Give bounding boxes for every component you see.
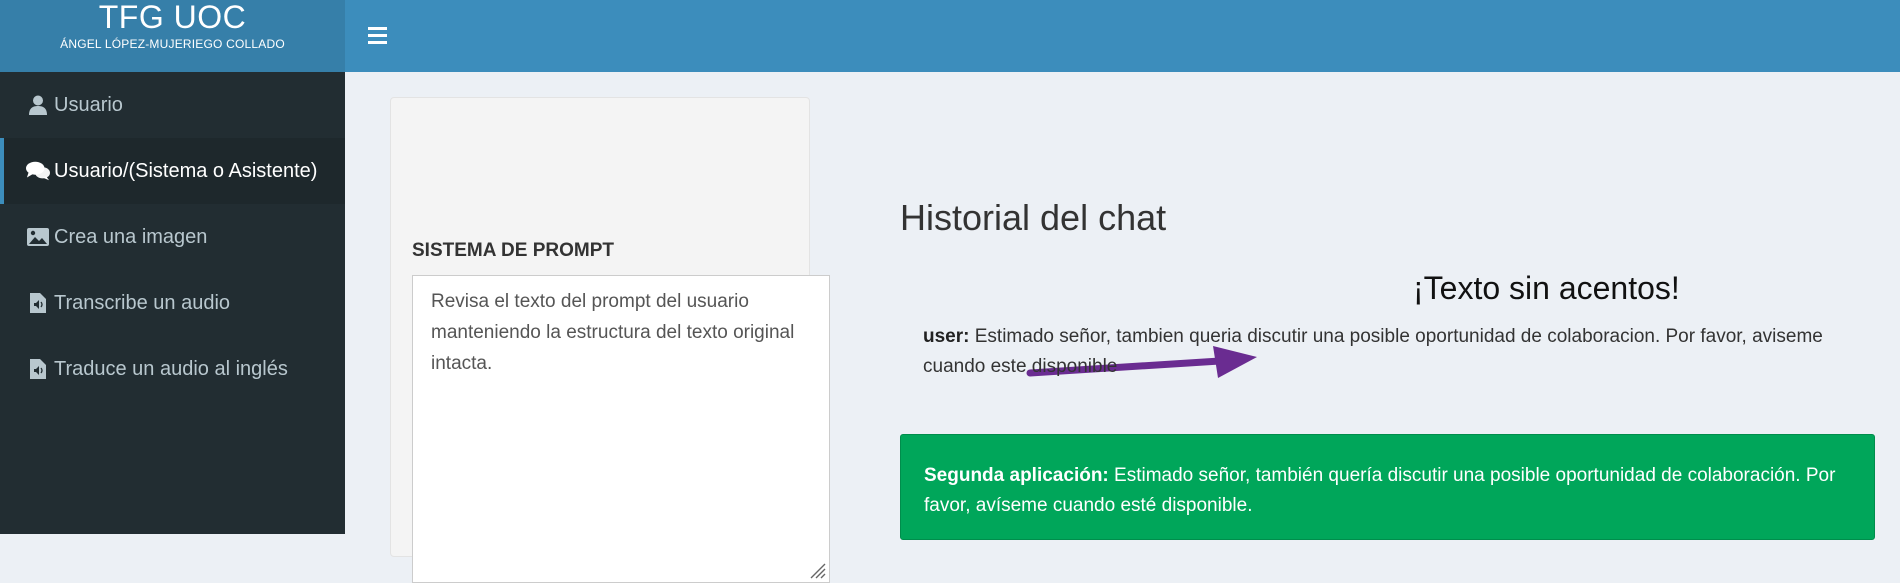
user-message-text: Estimado señor, tambien queria discutir … [923, 326, 1823, 377]
prompt-panel-label: SISTEMA DE PROMPT [412, 240, 614, 261]
corrected-result-box: Segunda aplicación: Estimado señor, tamb… [900, 434, 1875, 540]
sidebar-item-transcribe-audio[interactable]: Transcribe un audio [0, 270, 345, 336]
user-message-label: user: [923, 326, 975, 347]
app-logo[interactable]: TFG UOC ÁNGEL LÓPEZ-MUJERIEGO COLLADO [0, 0, 345, 72]
result-label: Segunda aplicación: [924, 465, 1115, 486]
annotation-text: ¡Texto sin acentos! [1413, 270, 1680, 306]
user-icon [26, 93, 50, 117]
comments-icon [26, 159, 50, 183]
main-content: SISTEMA DE PROMPT Revisa el texto del pr… [345, 72, 1900, 583]
sidebar-item-usuario-sistema[interactable]: Usuario/(Sistema o Asistente) [0, 138, 345, 204]
system-prompt-text: Revisa el texto del prompt del usuario m… [431, 291, 795, 374]
sidebar-item-traduce-audio[interactable]: Traduce un audio al inglés [0, 336, 345, 402]
sidebar-toggle-button[interactable] [365, 20, 395, 50]
sidebar-item-crea-imagen[interactable]: Crea una imagen [0, 204, 345, 270]
sidebar-item-label: Traduce un audio al inglés [54, 357, 288, 380]
sidebar: Usuario Usuario/(Sistema o Asistente) Cr… [0, 72, 345, 534]
app-title: TFG UOC [98, 0, 247, 35]
system-prompt-textarea[interactable]: Revisa el texto del prompt del usuario m… [412, 275, 830, 583]
sidebar-item-usuario[interactable]: Usuario [0, 72, 345, 138]
audio-file-icon [26, 291, 50, 315]
top-navbar [345, 0, 1900, 72]
sidebar-item-label: Transcribe un audio [54, 291, 231, 314]
resize-handle-icon[interactable] [808, 561, 826, 579]
audio-file-icon [26, 357, 50, 381]
sidebar-item-label: Usuario/(Sistema o Asistente) [54, 159, 318, 182]
hamburger-icon-bar [368, 26, 387, 30]
hamburger-icon-bar [368, 33, 387, 37]
app-subtitle: ÁNGEL LÓPEZ-MUJERIEGO COLLADO [60, 37, 285, 51]
chat-history-title: Historial del chat [900, 197, 1167, 238]
chat-user-message: user: Estimado señor, tambien queria dis… [923, 322, 1823, 382]
sidebar-item-label: Usuario [54, 93, 123, 116]
hamburger-icon-bar [368, 40, 387, 44]
image-icon [26, 225, 50, 249]
sidebar-item-label: Crea una imagen [54, 225, 208, 248]
